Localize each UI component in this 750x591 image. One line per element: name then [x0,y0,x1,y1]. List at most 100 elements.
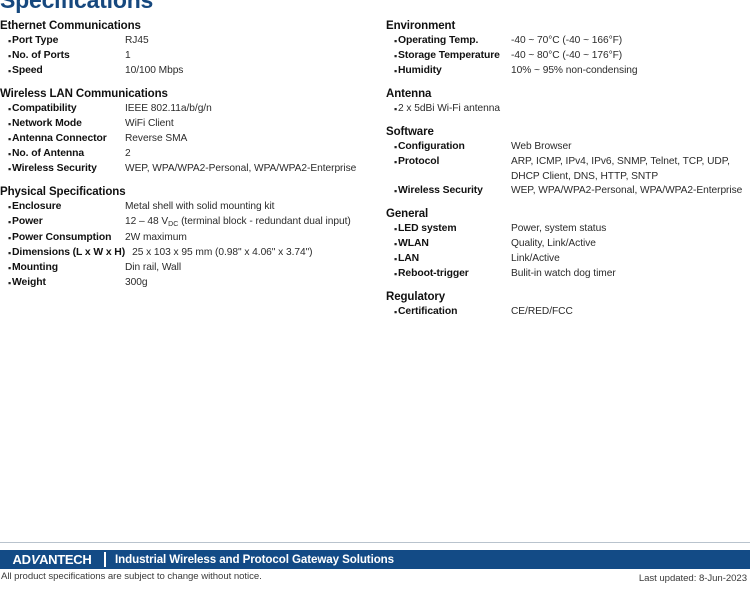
spec-value: 10/100 Mbps [125,65,184,76]
spec-value: -40 ~ 80°C (-40 ~ 176°F) [511,50,623,61]
section-heading: Environment [386,20,456,32]
bullet-icon [386,140,398,155]
spec-section: Environment Operating Temp. -40 ~ 70°C (-4… [386,20,750,79]
spec-section: Regulatory Certification CE/RED/FCC [386,291,750,320]
bullet-icon [0,117,12,132]
bullet-icon [0,276,12,291]
spec-value: WiFi Client [125,118,174,129]
advantech-logo: AD V ANTECH [0,550,104,569]
spec-row: Wireless Security WEP, WPA/WPA2-Personal,… [0,162,375,177]
section-heading: Physical Specifications [0,186,126,198]
bullet-icon [386,305,398,320]
spec-value: Metal shell with solid mounting kit [125,201,275,212]
logo-text-part3: ANTECH [39,552,92,567]
spec-value-text-suffix: (terminal block - redundant dual input) [178,216,351,227]
spec-label: Weight [12,276,46,288]
bullet-icon [386,237,398,252]
spec-row: Configuration Web Browser [386,140,750,155]
spec-section: Wireless LAN Communications Compatibility… [0,88,375,177]
spec-value: Reverse SMA [125,133,188,144]
spec-value: -40 ~ 70°C (-40 ~ 166°F) [511,35,623,46]
spec-value: Quality, Link/Active [511,238,596,250]
spec-row: Wireless Security WEP, WPA/WPA2-Personal,… [386,184,750,199]
spec-label: Wireless Security [398,185,483,197]
section-heading: Ethernet Communications [0,20,141,32]
page-title-container: Specifications [0,0,750,14]
spec-label: Configuration [398,141,465,152]
bullet-icon [0,102,12,117]
spec-row: Storage Temperature -40 ~ 80°C (-40 ~ 176… [386,49,750,64]
spec-row: Port Type RJ45 [0,34,375,49]
advantech-logo-text: AD V ANTECH [13,552,92,567]
spec-row: Speed 10/100 Mbps [0,64,375,79]
bullet-icon [386,184,398,199]
spec-row: Enclosure Metal shell with solid mounting… [0,200,375,215]
spec-label: Antenna Connector [12,133,107,144]
section-heading: Antenna [386,88,432,100]
spec-value: 300g [125,276,148,288]
spec-label: Dimensions (L x W x H) [12,246,126,258]
bullet-icon [0,162,12,177]
spec-value: Power, system status [511,223,607,235]
section-heading: Wireless LAN Communications [0,88,168,100]
section-heading: Regulatory [386,291,446,304]
spec-row: Compatibility IEEE 802.11a/b/g/n [0,102,375,117]
spec-value-subscript: DC [168,221,179,228]
spec-row: Certification CE/RED/FCC [386,305,750,320]
spec-section: Physical Specifications Enclosure Metal sh… [0,186,375,291]
spec-label: WLAN [398,238,429,250]
spec-value: 2 [125,148,131,159]
bullet-icon [0,64,12,79]
spec-label: Power Consumption [12,231,112,243]
spec-label: Speed [12,65,43,76]
spec-row: Protocol ARP, ICMP, IPv4, IPv6, SNMP, Tel… [386,155,750,184]
spec-value: WEP, WPA/WPA2-Personal, WPA/WPA2-Enterpr… [511,185,743,197]
spec-row: WLAN Quality, Link/Active [386,237,750,252]
spec-label: Mounting [12,261,58,273]
spec-row: Antenna Connector Reverse SMA [0,132,375,147]
footer-divider [0,542,750,543]
spec-row: Network Mode WiFi Client [0,117,375,132]
bullet-icon [0,261,12,276]
spec-value: Link/Active [511,253,560,265]
spec-label: Certification [398,306,458,318]
spec-value: CE/RED/FCC [511,306,573,318]
spec-value: RJ45 [125,35,149,46]
footer-tagline: Industrial Wireless and Protocol Gateway… [115,553,395,566]
bullet-icon [386,267,398,282]
spec-label: No. of Ports [12,50,70,61]
spec-value: 2 x 5dBi Wi-Fi antenna [398,103,500,114]
bullet-icon [386,222,398,237]
bullet-icon [0,215,12,230]
spec-row: No. of Antenna 2 [0,147,375,162]
spec-value: 1 [125,50,131,61]
spec-row: LAN Link/Active [386,252,750,267]
spec-row: Weight 300g [0,276,375,291]
spec-label: No. of Antenna [12,148,85,159]
bullet-icon [386,64,398,79]
spec-label: Operating Temp. [398,35,479,46]
spec-label: Storage Temperature [398,50,500,61]
bullet-icon [386,49,398,64]
spec-label: Network Mode [12,118,82,129]
spec-value-text: 12 – 48 V [125,216,169,227]
spec-label: Compatibility [12,103,77,114]
spec-value: WEP, WPA/WPA2-Personal, WPA/WPA2-Enterpr… [125,163,357,174]
bullet-icon [0,200,12,215]
bullet-icon [0,231,12,246]
logo-text-part1: AD [12,552,31,567]
footer-bar: AD V ANTECH Industrial Wireless and Protoc… [0,550,750,569]
spec-value: IEEE 802.11a/b/g/n [125,103,212,114]
footer-disclaimer: All product specifications are subject t… [1,571,262,582]
bullet-icon [386,252,398,267]
bullet-icon [0,132,12,147]
bullet-icon [386,155,398,170]
spec-label: LED system [398,223,457,235]
spec-value: Web Browser [511,141,572,152]
bullet-icon [0,246,12,261]
bullet-icon [0,147,12,162]
spec-section: Software Configuration Web Browser Protocol… [386,126,750,199]
bullet-icon [386,102,398,117]
spec-value: ARP, ICMP, IPv4, IPv6, SNMP, Telnet, TCP… [511,156,730,182]
bullet-icon [0,49,12,64]
